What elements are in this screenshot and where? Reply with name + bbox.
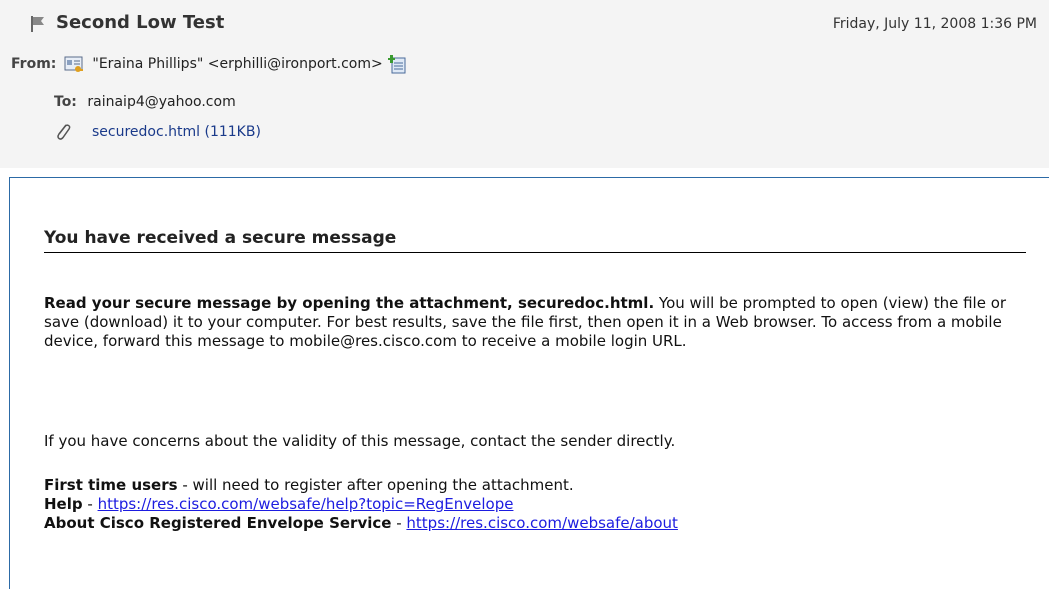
flag-icon[interactable] xyxy=(30,15,46,33)
message-header: Second Low Test Friday, July 11, 2008 1:… xyxy=(0,0,1049,168)
help-line: Help - https://res.cisco.com/websafe/hel… xyxy=(44,495,1034,514)
from-label: From: xyxy=(11,56,57,72)
about-separator: - xyxy=(391,514,407,532)
to-value[interactable]: rainaip4@yahoo.com xyxy=(87,94,235,110)
attachment-row: securedoc.html (111KB) xyxy=(54,120,261,144)
message-subject: Second Low Test xyxy=(56,12,225,33)
instructions-bold: Read your secure message by opening the … xyxy=(44,294,655,312)
attachment-link[interactable]: securedoc.html (111KB) xyxy=(92,124,261,140)
add-to-address-book-icon[interactable] xyxy=(387,54,408,74)
help-link[interactable]: https://res.cisco.com/websafe/help?topic… xyxy=(98,495,514,513)
to-row: To: rainaip4@yahoo.com xyxy=(54,94,236,110)
vcard-icon[interactable] xyxy=(64,54,84,74)
paperclip-icon xyxy=(57,124,71,140)
message-body: You have received a secure message Read … xyxy=(9,177,1049,589)
info-block: First time users - will need to register… xyxy=(44,476,1034,533)
help-separator: - xyxy=(82,495,98,513)
about-link[interactable]: https://res.cisco.com/websafe/about xyxy=(406,514,678,532)
instructions-paragraph: Read your secure message by opening the … xyxy=(44,294,1034,351)
email-viewer: Second Low Test Friday, July 11, 2008 1:… xyxy=(0,0,1049,589)
first-time-users-line: First time users - will need to register… xyxy=(44,476,1034,495)
about-label: About Cisco Registered Envelope Service xyxy=(44,514,392,532)
from-value[interactable]: "Eraina Phillips" <erphilli@ironport.com… xyxy=(92,56,382,72)
first-time-users-text: - will need to register after opening th… xyxy=(177,476,574,494)
help-label: Help xyxy=(44,495,83,513)
about-line: About Cisco Registered Envelope Service … xyxy=(44,514,1034,533)
to-label: To: xyxy=(54,94,77,110)
from-row: From: "Eraina Phillips" <erphilli@ironpo… xyxy=(11,52,408,76)
first-time-users-label: First time users xyxy=(44,476,178,494)
message-date: Friday, July 11, 2008 1:36 PM xyxy=(832,16,1037,32)
validity-paragraph: If you have concerns about the validity … xyxy=(44,432,676,450)
secure-message-heading: You have received a secure message xyxy=(44,228,1026,253)
